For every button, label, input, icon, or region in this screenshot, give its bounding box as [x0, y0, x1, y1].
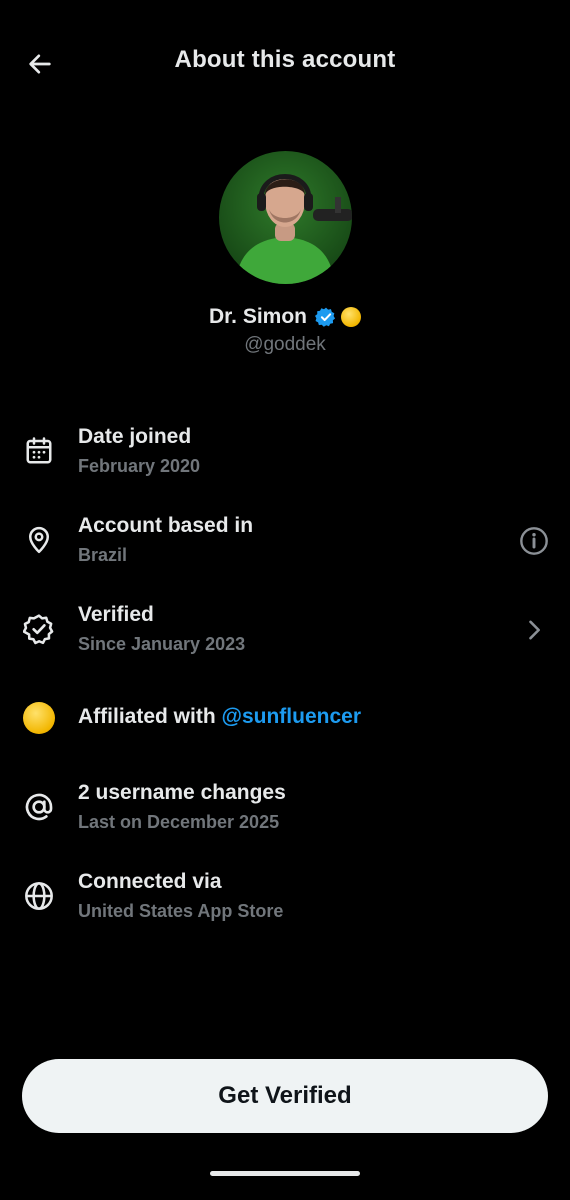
page-title: About this account	[174, 46, 396, 73]
verified-since: Since January 2023	[78, 634, 246, 654]
affiliated-label: Affiliated with @sunfluencer	[78, 705, 362, 728]
info-button[interactable]	[516, 523, 552, 559]
account-based-in-value: Brazil	[78, 545, 128, 565]
calendar-icon	[22, 434, 56, 468]
row-verified[interactable]: Verified Since January 2023	[0, 598, 570, 678]
get-verified-button[interactable]: Get Verified	[22, 1059, 548, 1133]
at-sign-icon	[22, 790, 56, 824]
date-joined-value: February 2020	[78, 456, 201, 476]
affiliate-badge-icon	[22, 701, 56, 735]
verified-badge-icon	[315, 307, 336, 327]
profile-name-row: Dr. Simon	[0, 305, 570, 329]
profile-name: Dr. Simon	[208, 305, 308, 328]
account-based-in-label: Account based in	[78, 514, 254, 537]
verified-chevron[interactable]	[516, 612, 552, 648]
home-indicator[interactable]	[210, 1171, 360, 1176]
row-account-based-in: Account based in Brazil	[0, 509, 570, 589]
row-username-changes: 2 username changes Last on December 2025	[0, 776, 570, 856]
profile-handle: @goddek	[244, 334, 326, 355]
affiliate-link[interactable]: @sunfluencer	[222, 705, 362, 728]
row-affiliated: Affiliated with @sunfluencer	[0, 687, 570, 767]
globe-icon	[22, 879, 56, 913]
affiliate-badge-icon	[341, 307, 362, 327]
username-changes-value: Last on December 2025	[78, 812, 280, 832]
row-date-joined: Date joined February 2020	[0, 420, 570, 500]
verified-label: Verified	[78, 603, 154, 626]
row-connected-via: Connected via United States App Store	[0, 865, 570, 945]
top-bar: About this account	[0, 0, 570, 126]
connected-via-value: United States App Store	[78, 901, 284, 921]
verified-outline-icon	[22, 612, 56, 646]
chevron-right-icon	[529, 620, 540, 640]
location-pin-icon	[22, 523, 56, 557]
username-changes-label: 2 username changes	[78, 781, 286, 804]
connected-via-label: Connected via	[78, 870, 222, 893]
date-joined-label: Date joined	[78, 425, 192, 448]
avatar[interactable]	[219, 151, 352, 284]
info-icon	[520, 527, 548, 555]
